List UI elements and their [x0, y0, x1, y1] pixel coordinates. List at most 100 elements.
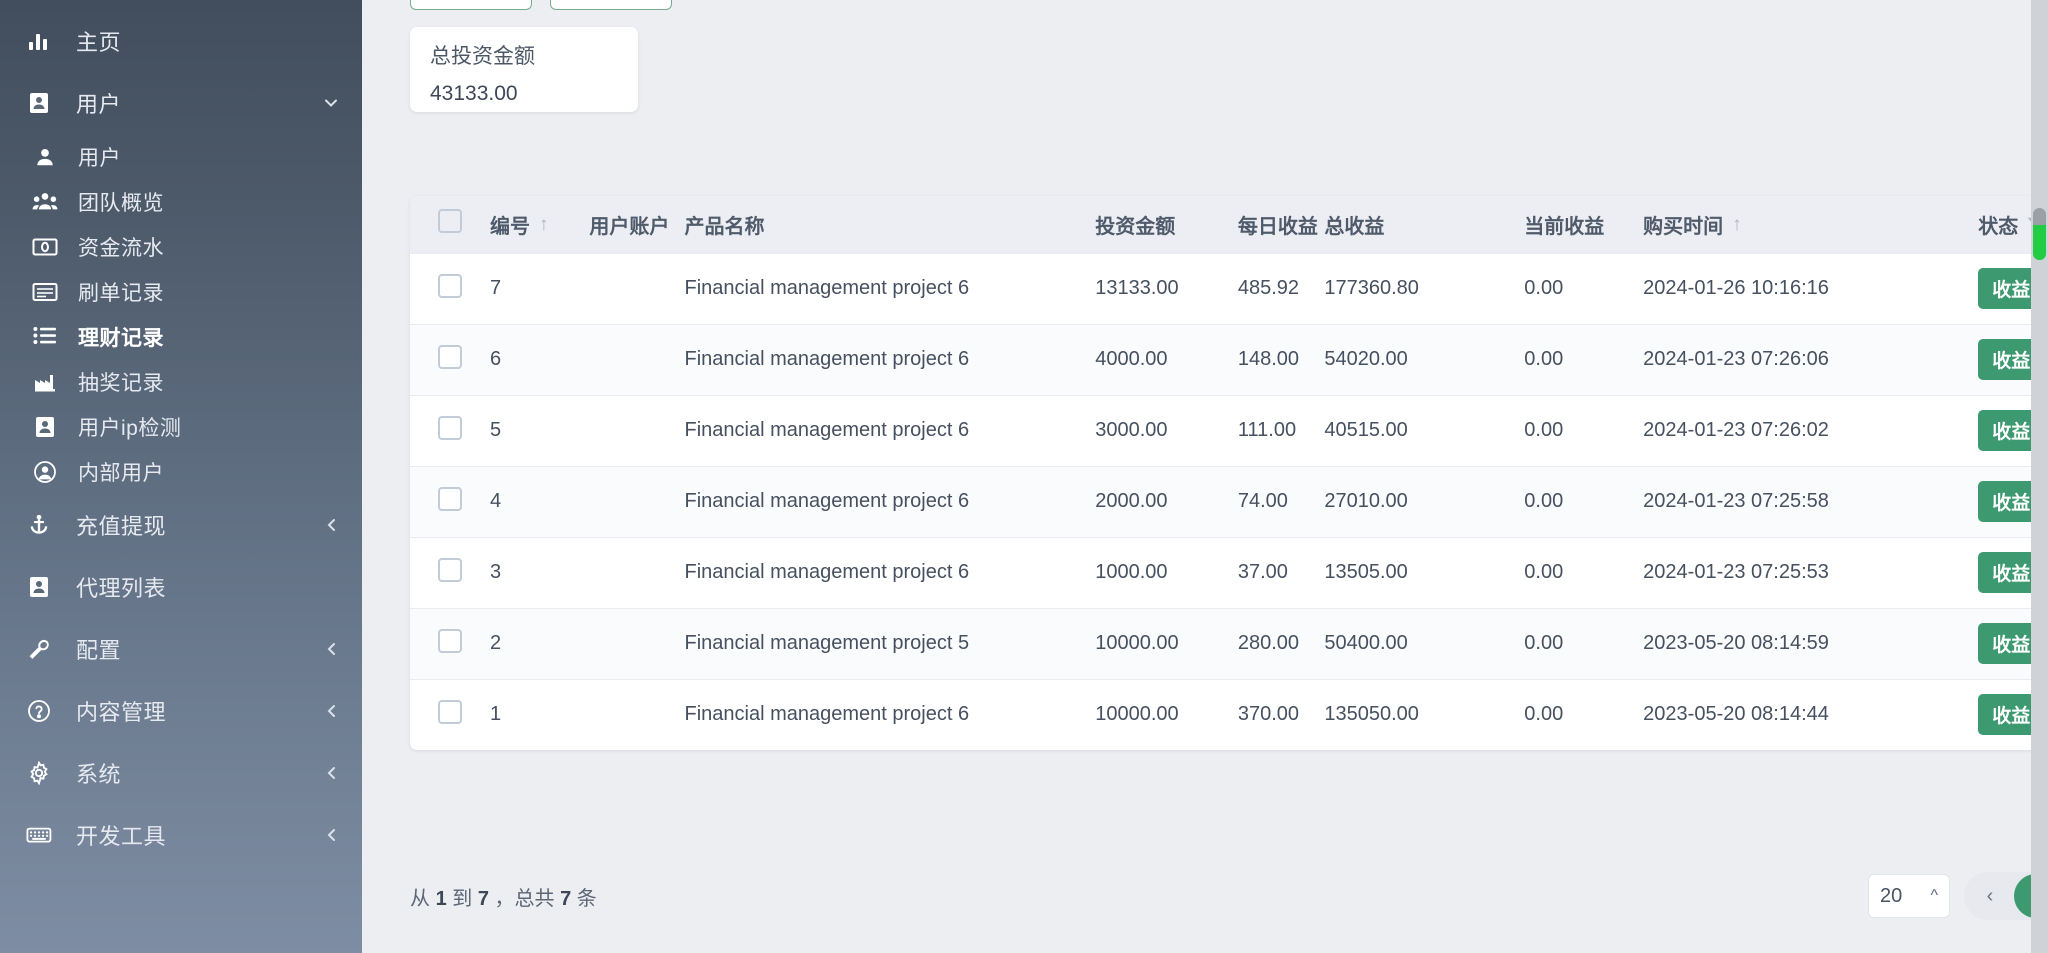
page-scrollbar-thumb-highlight[interactable]: [2033, 225, 2046, 260]
sidebar-item-label: 配置: [76, 633, 324, 665]
sidebar-item-15[interactable]: 开发工具: [0, 804, 362, 866]
pagination-summary: 从 1 到 7 ，总共 7 条: [410, 882, 597, 911]
sidebar-item-7[interactable]: 抽奖记录: [0, 359, 362, 404]
summary-from: 1: [436, 888, 447, 910]
prev-page-button[interactable]: ‹: [1968, 874, 2012, 918]
sidebar-item-0[interactable]: 主页: [0, 10, 362, 72]
contact-card-icon: [30, 412, 60, 442]
sidebar-item-5[interactable]: 刷单记录: [0, 269, 362, 314]
sidebar-item-label: 用户: [76, 87, 322, 119]
keyboard-icon: [22, 820, 56, 850]
row-select-cell: [410, 608, 490, 679]
th-account[interactable]: 用户账户: [589, 196, 684, 253]
table-footer: 从 1 到 7 ，总共 7 条 20 ^ ‹ 1 ›: [410, 866, 2048, 926]
table-row[interactable]: 6Financial management project 64000.0014…: [410, 324, 2048, 395]
toolbar-button-1[interactable]: [410, 0, 532, 10]
row-select-cell: [410, 679, 490, 750]
page-scrollbar-track[interactable]: [2031, 0, 2048, 953]
cell-id: 4: [490, 466, 589, 537]
table-row[interactable]: 5Financial management project 63000.0011…: [410, 395, 2048, 466]
th-total-label: 总收益: [1324, 210, 1384, 239]
table-row[interactable]: 1Financial management project 610000.003…: [410, 679, 2048, 750]
table-body: 7Financial management project 613133.004…: [410, 253, 2048, 750]
th-total[interactable]: 总收益: [1324, 196, 1524, 253]
cell-account: [589, 324, 684, 395]
toolbar-button-2[interactable]: [550, 0, 672, 10]
th-current[interactable]: 当前收益: [1524, 196, 1643, 253]
cell-product: Financial management project 6: [685, 679, 1096, 750]
sidebar-item-9[interactable]: 内部用户: [0, 449, 362, 494]
sidebar-item-4[interactable]: 资金流水: [0, 224, 362, 269]
th-product[interactable]: 产品名称: [685, 196, 1096, 253]
row-checkbox[interactable]: [438, 487, 462, 511]
sidebar-item-11[interactable]: 代理列表: [0, 556, 362, 618]
table-row[interactable]: 2Financial management project 510000.002…: [410, 608, 2048, 679]
cell-product: Financial management project 6: [685, 253, 1096, 324]
row-checkbox[interactable]: [438, 345, 462, 369]
table-row[interactable]: 3Financial management project 61000.0037…: [410, 537, 2048, 608]
cell-invest: 10000.00: [1095, 679, 1238, 750]
sidebar-item-10[interactable]: 充值提现: [0, 494, 362, 556]
sidebar-item-label: 资金流水: [78, 232, 340, 262]
cell-invest: 2000.00: [1095, 466, 1238, 537]
sidebar-item-8[interactable]: 用户ip检测: [0, 404, 362, 449]
cell-total: 50400.00: [1324, 608, 1524, 679]
row-checkbox[interactable]: [438, 700, 462, 724]
th-daily[interactable]: 每日收益: [1238, 196, 1324, 253]
cell-current: 0.00: [1524, 253, 1643, 324]
th-time[interactable]: 购买时间 ↑: [1643, 196, 1978, 253]
th-invest[interactable]: 投资金额: [1095, 196, 1238, 253]
cell-product: Financial management project 6: [685, 537, 1096, 608]
users-group-icon: [30, 187, 60, 217]
chevron-left-icon[interactable]: [324, 517, 340, 533]
cell-time: 2024-01-23 07:26:02: [1643, 395, 1978, 466]
chevron-left-icon[interactable]: [324, 765, 340, 781]
table-row[interactable]: 4Financial management project 62000.0074…: [410, 466, 2048, 537]
cell-time: 2023-05-20 08:14:59: [1643, 608, 1978, 679]
cell-current: 0.00: [1524, 324, 1643, 395]
sidebar-item-6[interactable]: 理财记录: [0, 314, 362, 359]
cell-account: [589, 466, 684, 537]
chevron-left-icon[interactable]: [324, 703, 340, 719]
th-id[interactable]: 编号 ↑: [490, 196, 589, 253]
th-invest-label: 投资金额: [1095, 210, 1175, 239]
sidebar-item-13[interactable]: 内容管理: [0, 680, 362, 742]
row-checkbox[interactable]: [438, 274, 462, 298]
cell-current: 0.00: [1524, 395, 1643, 466]
table-head: 编号 ↑ 用户账户 产品名称 投资金额: [410, 196, 2048, 253]
sidebar-item-label: 用户: [78, 142, 340, 172]
sidebar-item-label: 理财记录: [78, 322, 340, 352]
cell-id: 5: [490, 395, 589, 466]
th-time-label: 购买时间: [1643, 210, 1723, 239]
cell-id: 6: [490, 324, 589, 395]
chart-bar-icon: [22, 26, 56, 56]
cell-daily: 148.00: [1238, 324, 1324, 395]
cell-time: 2024-01-23 07:25:53: [1643, 537, 1978, 608]
th-current-label: 当前收益: [1524, 210, 1604, 239]
sort-asc-icon[interactable]: ↑: [539, 215, 549, 234]
sort-asc-icon[interactable]: ↑: [1732, 215, 1742, 234]
row-checkbox[interactable]: [438, 416, 462, 440]
sidebar-item-12[interactable]: 配置: [0, 618, 362, 680]
contact-card-icon: [22, 572, 56, 602]
cell-id: 1: [490, 679, 589, 750]
table-row[interactable]: 7Financial management project 613133.004…: [410, 253, 2048, 324]
sidebar-item-2[interactable]: 用户: [0, 134, 362, 179]
cell-account: [589, 537, 684, 608]
cell-time: 2023-05-20 08:14:44: [1643, 679, 1978, 750]
page-size-select[interactable]: 20 ^: [1868, 874, 1950, 918]
chevron-down-icon[interactable]: [322, 94, 340, 112]
sidebar-item-label: 系统: [76, 757, 324, 789]
row-checkbox[interactable]: [438, 629, 462, 653]
sidebar-item-1[interactable]: 用户: [0, 72, 362, 134]
chevron-left-icon[interactable]: [324, 827, 340, 843]
sidebar-item-3[interactable]: 团队概览: [0, 179, 362, 224]
cell-current: 0.00: [1524, 466, 1643, 537]
chevron-left-icon[interactable]: [324, 641, 340, 657]
sidebar-item-14[interactable]: 系统: [0, 742, 362, 804]
toolbar-buttons-partial: [410, 0, 672, 10]
factory-icon: [30, 367, 60, 397]
user-circle-icon: [30, 457, 60, 487]
select-all-checkbox[interactable]: [438, 209, 462, 233]
row-checkbox[interactable]: [438, 558, 462, 582]
